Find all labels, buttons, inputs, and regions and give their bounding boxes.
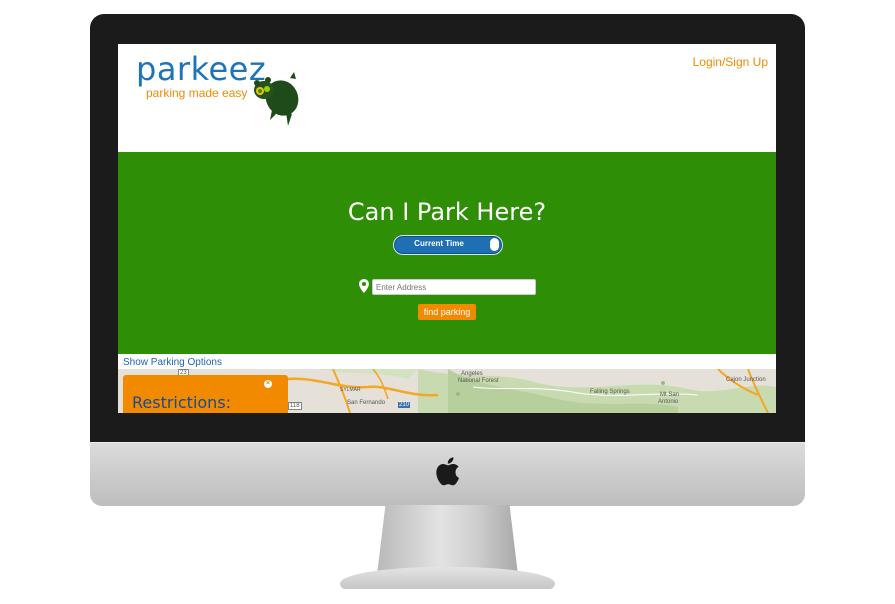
toggle-label: Current Time	[414, 239, 464, 248]
find-parking-button[interactable]: find parking	[418, 304, 476, 320]
current-time-toggle[interactable]: Current Time	[393, 235, 503, 255]
logo-tagline: parking made easy	[146, 86, 248, 100]
map-label-antonio: Antonio	[658, 399, 679, 405]
hero-section: Can I Park Here? Current Time find parki…	[118, 152, 776, 354]
hero-title: Can I Park Here?	[347, 198, 547, 226]
screen: parkeez parking made easy Login/Sign Up …	[118, 44, 776, 413]
restrictions-title: Restrictions:	[132, 393, 232, 412]
map-label-san-fernando: San Fernando	[347, 400, 386, 406]
map-label-mt-san: Mt San	[660, 392, 680, 398]
site-header: parkeez parking made easy Login/Sign Up	[118, 44, 776, 152]
location-pin-icon	[359, 279, 369, 293]
map-shield-210: 210	[398, 402, 411, 408]
map-label-falling-springs: Falling Springs	[590, 389, 630, 395]
map-shield-118: 118	[288, 402, 302, 410]
show-parking-options-link[interactable]: Show Parking Options	[123, 357, 222, 368]
map-label-cajon-junction: Cajon Junction	[726, 377, 766, 383]
restrictions-panel: Restrictions: ×	[123, 375, 288, 413]
toggle-knob	[490, 238, 499, 251]
monitor-stand-foot	[340, 567, 555, 589]
login-signup-link[interactable]: Login/Sign Up	[693, 55, 768, 69]
map-label-sylmar: SYLMAR	[340, 387, 361, 393]
address-input[interactable]	[372, 279, 536, 295]
map-label-national-forest: National Forest	[458, 378, 499, 384]
monitor-stand-neck	[377, 505, 518, 575]
map-label-angeles: Angeles	[461, 371, 483, 377]
bear-mascot-icon	[254, 72, 299, 126]
close-icon[interactable]: ×	[264, 380, 272, 388]
apple-logo-icon	[436, 457, 459, 486]
options-bar: Show Parking Options	[118, 354, 776, 369]
